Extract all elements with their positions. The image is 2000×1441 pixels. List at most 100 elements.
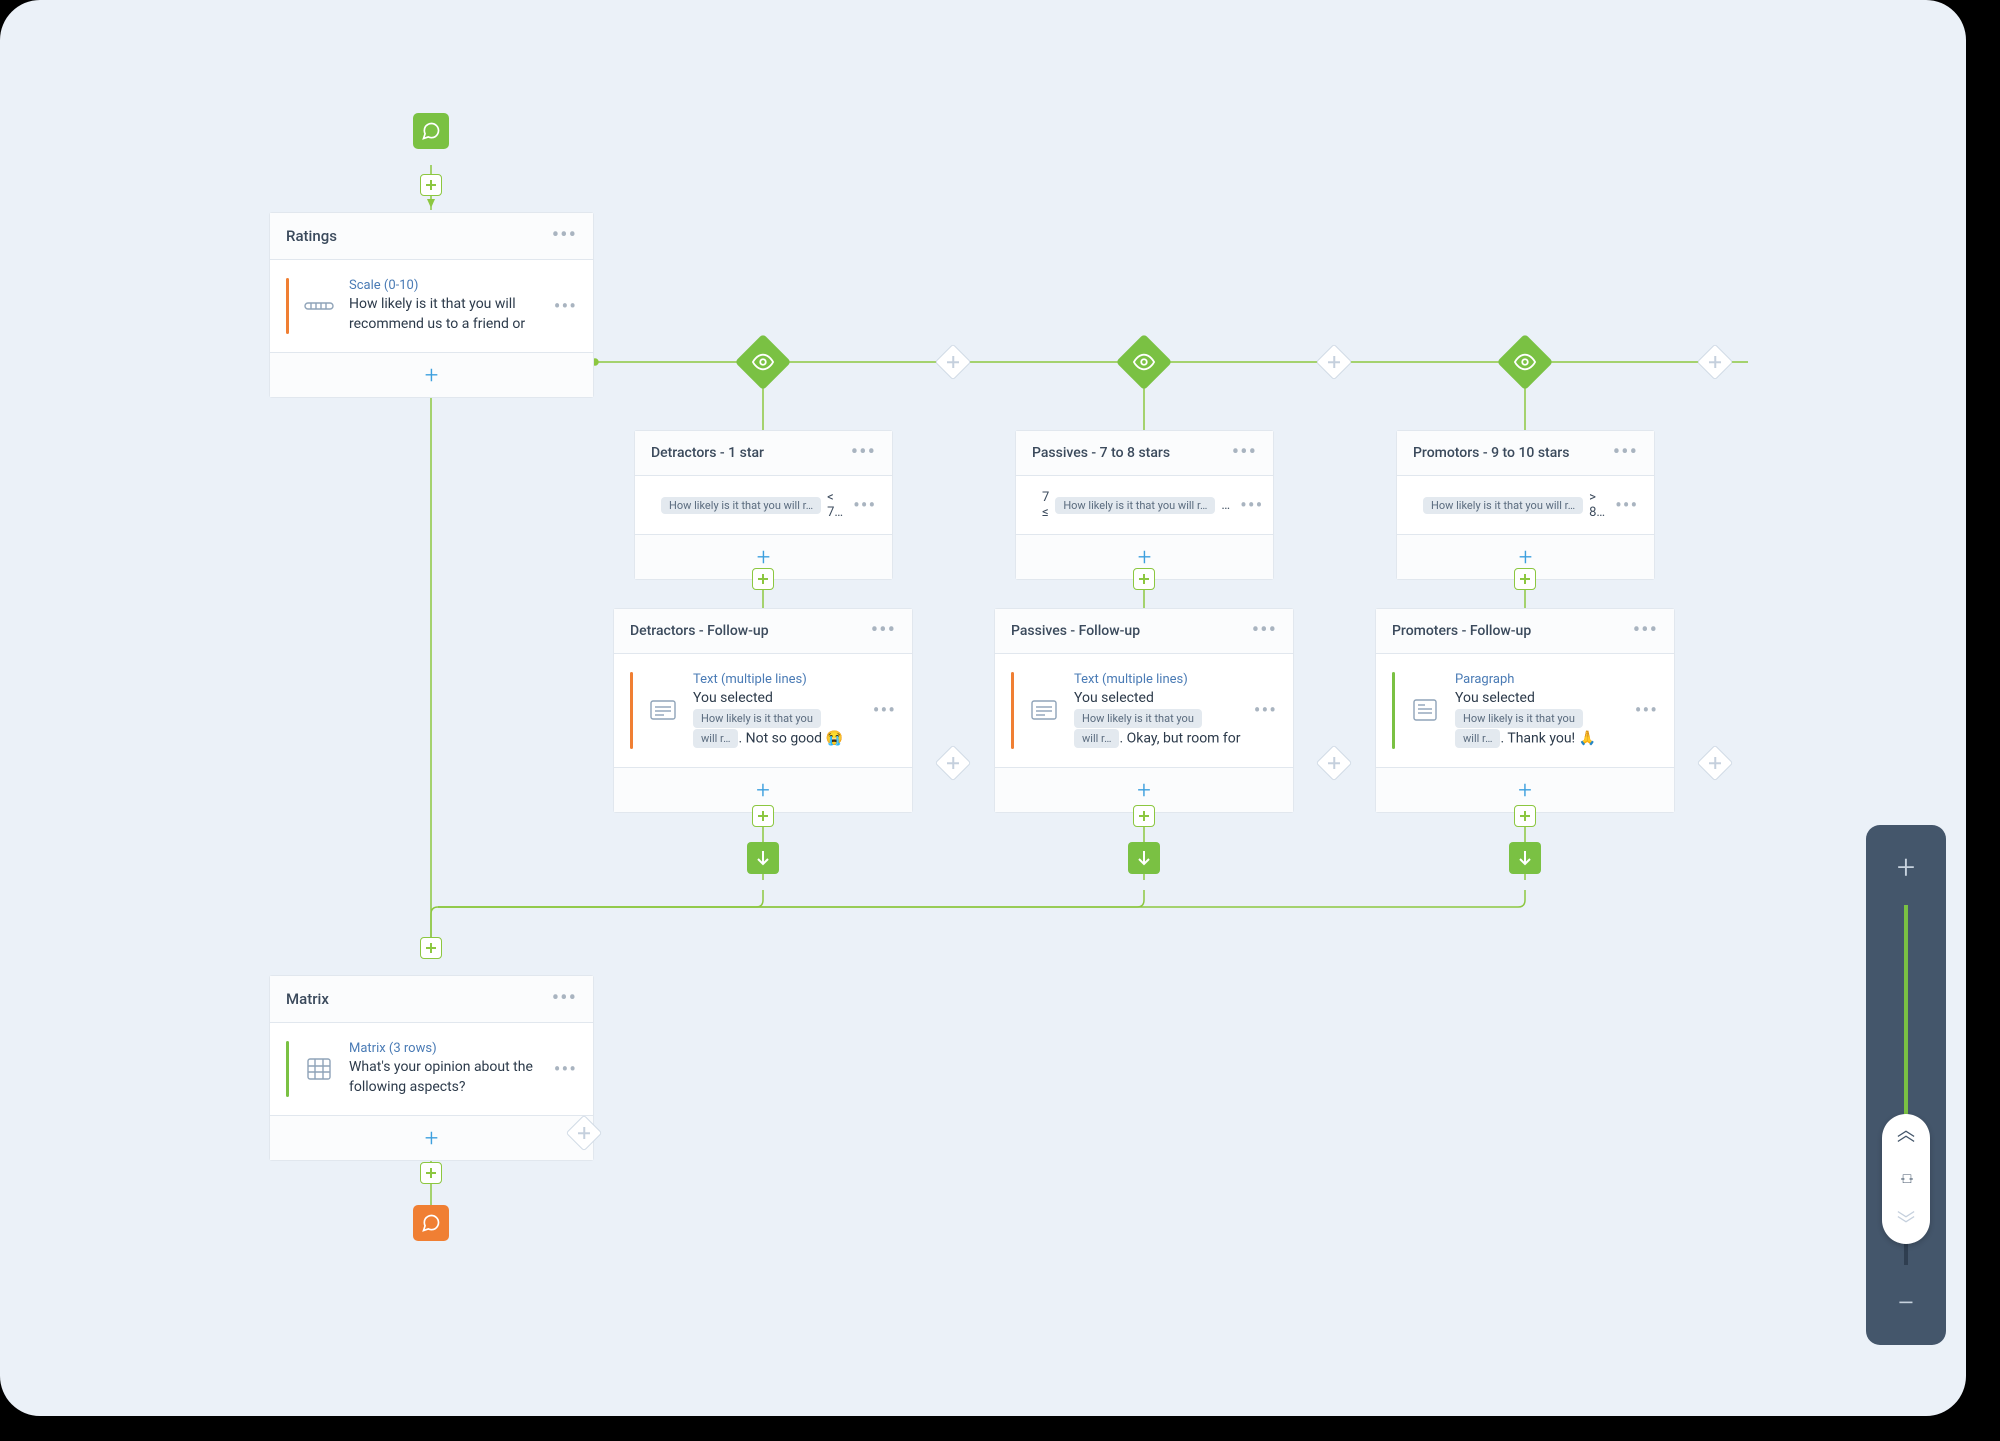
condition-chip: How likely is it that you will r… <box>1055 497 1215 514</box>
add-node-button[interactable] <box>420 174 442 196</box>
item-type-label: Text (multiple lines) <box>693 672 861 687</box>
zoom-track[interactable]: ︿︿ -□- ﹀﹀ <box>1904 905 1908 1265</box>
arrow-down-button[interactable] <box>1128 842 1160 874</box>
eye-icon <box>752 351 774 373</box>
condition-row[interactable]: How likely is it that you will r… > 8… •… <box>1397 476 1654 534</box>
workflow-canvas[interactable]: Ratings ••• Scale (0-10) How likely is i… <box>0 0 1966 1416</box>
node-menu-icon[interactable]: ••• <box>1633 629 1658 633</box>
add-node-button[interactable] <box>1133 805 1155 827</box>
question-item[interactable]: Matrix (3 rows) What's your opinion abou… <box>270 1023 593 1115</box>
branch-add-marker[interactable] <box>1316 344 1353 381</box>
end-node[interactable] <box>413 1205 449 1241</box>
node-menu-icon[interactable]: ••• <box>851 451 876 455</box>
zoom-panel: + ︿︿ -□- ﹀﹀ − <box>1866 825 1946 1345</box>
accent-bar <box>286 1041 289 1097</box>
question-item[interactable]: Scale (0-10) How likely is it that you w… <box>270 260 593 352</box>
paragraph-icon <box>1407 698 1443 722</box>
add-item-button[interactable]: + <box>270 1115 593 1160</box>
node-title: Promotors - 9 to 10 stars <box>1413 445 1569 461</box>
condition-chip: How likely is it that you will r… <box>1423 497 1583 514</box>
node-title: Promoters - Follow-up <box>1392 623 1531 639</box>
passives-followup-node[interactable]: Passives - Follow-up ••• Text (multiple … <box>994 608 1294 813</box>
add-node-button[interactable] <box>1514 568 1536 590</box>
add-node-button[interactable] <box>752 805 774 827</box>
node-menu-icon[interactable]: ••• <box>1252 629 1277 633</box>
add-node-button[interactable] <box>752 568 774 590</box>
ratings-node[interactable]: Ratings ••• Scale (0-10) How likely is i… <box>269 212 594 398</box>
add-node-button[interactable] <box>420 1162 442 1184</box>
node-menu-icon[interactable]: ••• <box>1232 451 1257 455</box>
branch-add-marker[interactable] <box>1697 745 1734 782</box>
node-menu-icon[interactable]: ••• <box>871 629 896 633</box>
accent-bar <box>630 672 633 749</box>
start-node[interactable] <box>413 113 449 149</box>
add-node-button[interactable] <box>1133 568 1155 590</box>
condition-row[interactable]: 7 ≤ How likely is it that you will r… … … <box>1016 476 1273 534</box>
question-item[interactable]: Text (multiple lines) You selected How l… <box>995 654 1293 767</box>
item-menu-icon[interactable]: ••• <box>1254 708 1277 712</box>
item-question: You selected How likely is it that you w… <box>693 689 861 749</box>
zoom-fill <box>1904 905 1908 1143</box>
item-menu-icon[interactable]: ••• <box>1240 503 1263 507</box>
matrix-node[interactable]: Matrix ••• Matrix (3 rows) What's your o… <box>269 975 594 1161</box>
branch-add-marker[interactable] <box>935 745 972 782</box>
plus-icon: + <box>425 363 439 387</box>
condition-row[interactable]: How likely is it that you will r… < 7… •… <box>635 476 892 534</box>
add-node-button[interactable] <box>420 937 442 959</box>
node-title: Detractors - Follow-up <box>630 623 769 639</box>
item-menu-icon[interactable]: ••• <box>554 1067 577 1071</box>
plus-icon: + <box>1138 545 1152 569</box>
accent-bar <box>286 278 289 334</box>
eye-icon <box>1133 351 1155 373</box>
condition-trail: … <box>1221 498 1230 513</box>
question-item[interactable]: Paragraph You selected How likely is it … <box>1376 654 1674 767</box>
passives-condition-node[interactable]: Passives - 7 to 8 stars ••• 7 ≤ How like… <box>1015 430 1274 580</box>
question-item[interactable]: Text (multiple lines) You selected How l… <box>614 654 912 767</box>
zoom-out-button[interactable]: − <box>1866 1283 1946 1323</box>
textarea-icon <box>1026 698 1062 722</box>
item-type-label: Scale (0-10) <box>349 278 542 293</box>
node-title: Passives - Follow-up <box>1011 623 1140 639</box>
condition-diamond[interactable] <box>1497 334 1554 391</box>
node-title: Detractors - 1 star <box>651 445 764 461</box>
chevron-up-icon: ︿︿ <box>1897 1126 1915 1142</box>
plus-icon: + <box>1137 778 1151 802</box>
item-menu-icon[interactable]: ••• <box>1615 503 1638 507</box>
condition-operator: > 8… <box>1589 490 1605 520</box>
item-menu-icon[interactable]: ••• <box>1635 708 1658 712</box>
promoters-followup-node[interactable]: Promoters - Follow-up ••• Paragraph You … <box>1375 608 1675 813</box>
item-question: What's your opinion about the following … <box>349 1058 542 1097</box>
node-title: Ratings <box>286 227 337 245</box>
detractors-followup-node[interactable]: Detractors - Follow-up ••• Text (multipl… <box>613 608 913 813</box>
node-title: Passives - 7 to 8 stars <box>1032 445 1170 461</box>
add-node-button[interactable] <box>1514 805 1536 827</box>
arrow-down-button[interactable] <box>1509 842 1541 874</box>
branch-add-marker[interactable] <box>1697 344 1734 381</box>
scale-icon <box>301 294 337 318</box>
node-menu-icon[interactable]: ••• <box>552 234 577 238</box>
detractors-condition-node[interactable]: Detractors - 1 star ••• How likely is it… <box>634 430 893 580</box>
chat-icon <box>421 121 441 141</box>
item-menu-icon[interactable]: ••• <box>873 708 896 712</box>
node-title: Matrix <box>286 990 329 1008</box>
branch-add-marker[interactable] <box>935 344 972 381</box>
item-menu-icon[interactable]: ••• <box>853 503 876 507</box>
node-menu-icon[interactable]: ••• <box>1613 451 1638 455</box>
promoters-condition-node[interactable]: Promotors - 9 to 10 stars ••• How likely… <box>1396 430 1655 580</box>
item-menu-icon[interactable]: ••• <box>554 304 577 308</box>
zoom-in-button[interactable]: + <box>1866 847 1946 887</box>
add-item-button[interactable]: + <box>270 352 593 397</box>
grip-icon: -□- <box>1901 1170 1911 1187</box>
arrow-down-button[interactable] <box>747 842 779 874</box>
branch-add-marker[interactable] <box>1316 745 1353 782</box>
condition-diamond[interactable] <box>1116 334 1173 391</box>
node-menu-icon[interactable]: ••• <box>552 997 577 1001</box>
eye-icon <box>1514 351 1536 373</box>
item-question: How likely is it that you will recommend… <box>349 295 542 334</box>
condition-diamond[interactable] <box>735 334 792 391</box>
textarea-icon <box>645 698 681 722</box>
arrow-down-icon <box>1137 850 1151 866</box>
zoom-handle[interactable]: ︿︿ -□- ﹀﹀ <box>1882 1114 1930 1244</box>
arrow-down-icon <box>756 850 770 866</box>
item-type-label: Matrix (3 rows) <box>349 1041 542 1056</box>
